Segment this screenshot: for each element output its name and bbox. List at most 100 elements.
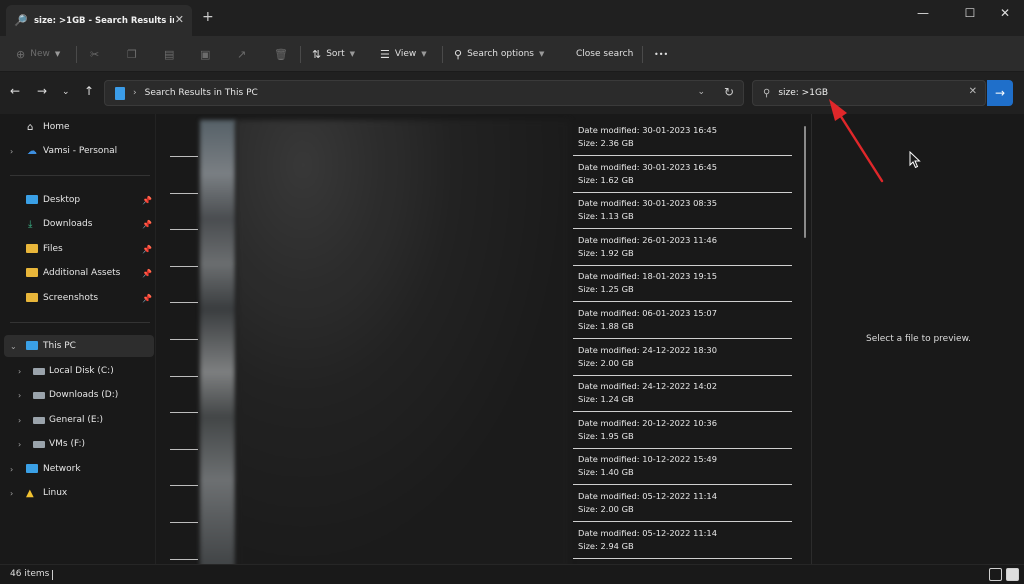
date-modified: Date modified: 06-01-2023 15:07 <box>578 308 717 318</box>
sidebar-item-drive-f[interactable]: › VMs (F:) <box>0 433 154 455</box>
sidebar-item-onedrive[interactable]: › ☁ Vamsi - Personal <box>0 140 154 162</box>
chevron-right-icon[interactable]: › <box>18 440 21 449</box>
list-item[interactable]: Date modified: 06-01-2023 15:07 Size: 1.8… <box>573 303 792 339</box>
tiles-view-button[interactable] <box>1006 568 1019 581</box>
sidebar-item-desktop[interactable]: Desktop 📌 <box>0 189 154 211</box>
file-size: Size: 1.13 GB <box>578 211 634 222</box>
new-button-label: New <box>30 49 50 59</box>
sort-button[interactable]: ⇅ Sort ▼ <box>312 45 355 63</box>
sidebar-item-label: Downloads <box>43 219 93 229</box>
pin-icon[interactable]: 📌 <box>142 245 152 254</box>
pin-icon[interactable]: 📌 <box>142 220 152 229</box>
chevron-right-icon[interactable]: › <box>18 416 21 425</box>
maximize-button[interactable]: ☐ <box>955 4 985 22</box>
close-window-button[interactable]: ✕ <box>990 4 1020 22</box>
address-bar[interactable]: › Search Results in This PC ⌄ ↻ <box>104 80 744 106</box>
up-button[interactable]: ↑ <box>84 84 94 98</box>
sidebar-item-label: Additional Assets <box>43 268 121 278</box>
sidebar-item-additional-assets[interactable]: Additional Assets 📌 <box>0 262 154 284</box>
sidebar-item-drive-e[interactable]: › General (E:) <box>0 409 154 431</box>
file-size: Size: 2.94 GB <box>578 540 634 551</box>
search-input[interactable] <box>778 88 949 98</box>
view-button-label: View <box>394 49 417 59</box>
forward-button[interactable]: → <box>37 84 47 98</box>
list-item[interactable]: Date modified: 30-01-2023 16:45 Size: 1.6… <box>573 156 792 193</box>
file-size: Size: 2.36 GB <box>578 138 634 148</box>
chevron-right-icon[interactable]: › <box>10 465 13 474</box>
row-divider <box>170 339 198 340</box>
drive-icon <box>33 367 45 378</box>
sidebar-item-drive-c[interactable]: › Local Disk (C:) <box>0 360 154 382</box>
chevron-right-icon[interactable]: › <box>10 147 13 156</box>
pin-icon[interactable]: 📌 <box>142 294 152 303</box>
new-button[interactable]: ⊕ New ▼ <box>16 45 60 63</box>
search-go-button[interactable]: → <box>987 80 1013 106</box>
list-item[interactable]: Date modified: 30-01-2023 08:35 Size: 1.1… <box>573 193 792 230</box>
pin-icon[interactable]: 📌 <box>142 196 152 205</box>
list-item[interactable]: Date modified: 24-12-2022 14:02 Size: 1.2… <box>573 376 792 413</box>
chevron-down-icon: ▼ <box>421 50 427 58</box>
file-size: Size: 1.24 GB <box>578 394 634 405</box>
chevron-right-icon[interactable]: › <box>18 367 21 376</box>
new-tab-button[interactable]: + <box>202 9 214 25</box>
sidebar-item-label: Linux <box>43 488 68 498</box>
list-item[interactable]: Date modified: 30-01-2023 16:45 Size: 2.3… <box>573 120 792 156</box>
list-item[interactable]: Date modified: 05-12-2022 11:14 Size: 2.9… <box>573 522 792 559</box>
more-options-button[interactable]: ••• <box>654 45 668 63</box>
recent-locations-button[interactable]: ⌄ <box>62 87 70 97</box>
date-modified: Date modified: 24-12-2022 14:02 <box>578 381 717 392</box>
tab-search-results[interactable]: 🔎 size: >1GB - Search Results in ✕ <box>6 5 192 36</box>
clear-search-icon[interactable]: ✕ <box>969 86 977 97</box>
plus-circle-icon: ⊕ <box>16 47 26 61</box>
status-bar: 46 items <box>0 564 1024 584</box>
list-item[interactable]: Date modified: 05-12-2022 11:14 Size: 2.0… <box>573 486 792 522</box>
tab-close-icon[interactable]: ✕ <box>175 13 184 26</box>
sidebar-item-home[interactable]: ⌂ Home <box>0 116 154 138</box>
chevron-down-icon: ▼ <box>539 50 545 58</box>
pin-icon[interactable]: 📌 <box>142 269 152 278</box>
vertical-scrollbar[interactable] <box>804 126 806 238</box>
date-modified: Date modified: 05-12-2022 11:14 <box>578 491 717 501</box>
paste-button[interactable]: ▤ <box>164 45 174 63</box>
list-item[interactable]: Date modified: 24-12-2022 18:30 Size: 2.0… <box>573 339 792 376</box>
file-size: Size: 2.00 GB <box>578 357 634 368</box>
back-button[interactable]: ← <box>10 84 20 98</box>
status-divider <box>52 570 53 580</box>
copy-button[interactable]: ❐ <box>127 45 137 63</box>
sidebar-item-downloads[interactable]: ⤓ Downloads 📌 <box>0 213 154 235</box>
breadcrumb-location[interactable]: Search Results in This PC <box>145 88 258 98</box>
delete-button[interactable]: 🗑 <box>274 45 288 63</box>
sidebar-item-this-pc[interactable]: ⌄ This PC <box>4 335 154 357</box>
sidebar-item-screenshots[interactable]: Screenshots 📌 <box>0 287 154 309</box>
sidebar-item-network[interactable]: › Network <box>0 458 154 480</box>
date-modified: Date modified: 24-12-2022 18:30 <box>578 344 717 355</box>
view-button[interactable]: ☰ View ▼ <box>380 45 427 63</box>
details-view-button[interactable] <box>989 568 1002 581</box>
blurred-file-names <box>236 120 570 570</box>
sidebar-item-linux[interactable]: › ▲ Linux <box>0 482 154 504</box>
list-item[interactable]: Date modified: 26-01-2023 11:46 Size: 1.9… <box>573 229 792 266</box>
chevron-right-icon[interactable]: › <box>10 489 13 498</box>
refresh-icon[interactable]: ↻ <box>724 85 734 99</box>
file-size: Size: 1.95 GB <box>578 430 634 441</box>
search-options-button[interactable]: ⚲ Search options ▼ <box>454 45 544 63</box>
rename-button[interactable]: ▣ <box>200 45 210 63</box>
cut-button[interactable]: ✂ <box>90 45 99 63</box>
search-box[interactable]: ⚲ ✕ <box>752 80 986 106</box>
sort-icon: ⇅ <box>312 47 322 61</box>
linux-penguin-icon: ▲ <box>26 487 34 499</box>
minimize-button[interactable]: — <box>908 4 938 22</box>
toolbar-divider <box>442 46 443 63</box>
sidebar-item-files[interactable]: Files 📌 <box>0 238 154 260</box>
chevron-right-icon[interactable]: › <box>18 391 21 400</box>
share-button[interactable]: ↗ <box>237 45 246 63</box>
date-modified: Date modified: 18-01-2023 19:15 <box>578 271 717 282</box>
list-item[interactable]: Date modified: 18-01-2023 19:15 Size: 1.2… <box>573 266 792 303</box>
chevron-down-icon[interactable]: ⌄ <box>10 342 17 351</box>
close-search-button[interactable]: Close search <box>576 45 633 63</box>
list-item[interactable]: Date modified: 10-12-2022 15:49 Size: 1.4… <box>573 449 792 486</box>
chevron-down-icon[interactable]: ⌄ <box>697 87 705 97</box>
date-modified: Date modified: 10-12-2022 15:49 <box>578 454 717 465</box>
sidebar-item-drive-d[interactable]: › Downloads (D:) <box>0 384 154 406</box>
list-item[interactable]: Date modified: 20-12-2022 10:36 Size: 1.9… <box>573 412 792 449</box>
